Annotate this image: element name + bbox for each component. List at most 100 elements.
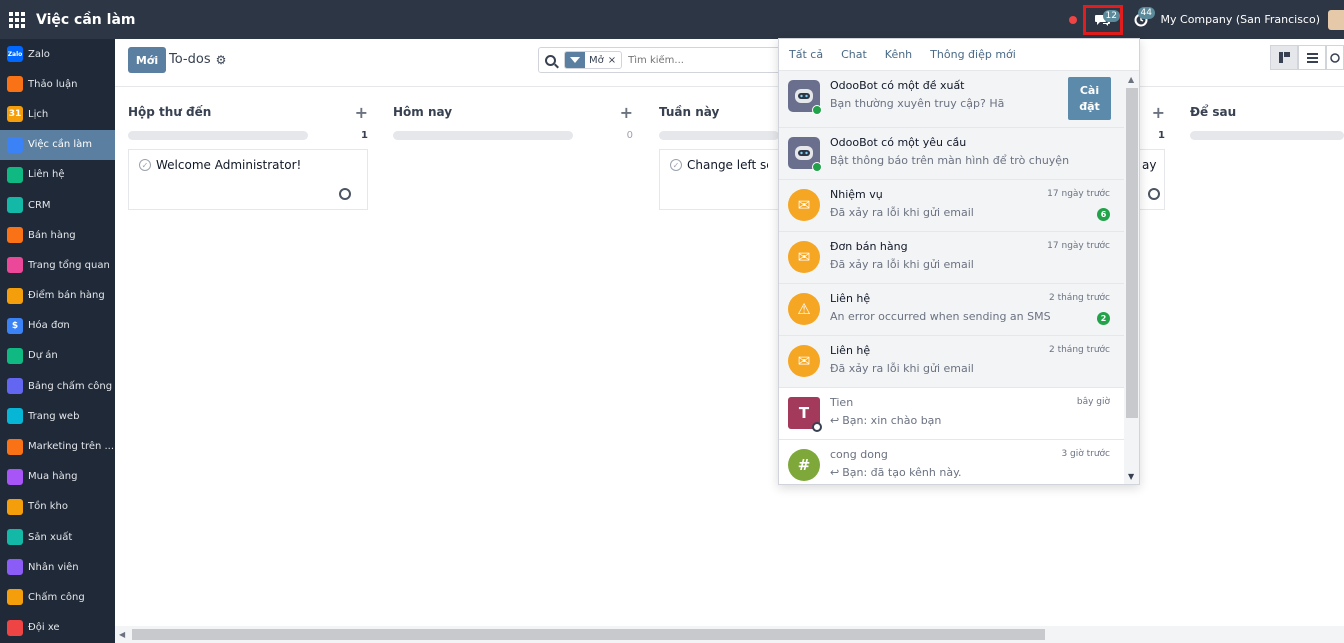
notification-title: cong dong: [830, 448, 888, 461]
sidebar-item-label: Điểm bán hàng: [28, 290, 105, 302]
online-status-icon: [812, 162, 822, 172]
sidebar-item-label: Trang tổng quan: [28, 259, 110, 271]
inventory-icon: [7, 498, 23, 515]
notification-title: Liên hệ: [830, 344, 871, 357]
notification-time: 3 giờ trước: [1061, 449, 1110, 459]
gear-icon[interactable]: ⚙: [216, 53, 227, 67]
sidebar-item[interactable]: Bảng chấm công: [0, 371, 115, 401]
robot-icon: [795, 146, 813, 160]
vertical-scrollbar[interactable]: ▲ ▼: [1124, 71, 1139, 484]
kanban-card[interactable]: ✓ Welcome Administrator!: [128, 149, 368, 210]
kanban-view-button[interactable]: [1270, 45, 1298, 70]
kanban-card[interactable]: ay: [1140, 149, 1165, 210]
app-title[interactable]: Việc cần làm: [36, 12, 135, 28]
notification-item[interactable]: # cong dong ↩ Bạn: đã tạo kênh này. 3 giờ…: [779, 440, 1124, 484]
search-input[interactable]: [628, 54, 739, 66]
kanban-card[interactable]: ✓ Change left scre: [659, 149, 779, 210]
notification-item[interactable]: ✉ Nhiệm vụ Đã xảy ra lỗi khi gửi email 1…: [779, 180, 1124, 232]
add-card-icon[interactable]: +: [1152, 103, 1165, 122]
sidebar-item-label: Sản xuất: [28, 531, 73, 543]
sidebar-item-label: Thảo luận: [28, 78, 78, 90]
notification-preview: Đã xảy ra lỗi khi gửi email: [830, 258, 974, 271]
marketing-icon: [7, 438, 23, 455]
column-count: 1: [361, 129, 368, 141]
sidebar-item[interactable]: Marketing trên ...: [0, 431, 115, 461]
scroll-left-icon[interactable]: ◀: [119, 630, 125, 639]
sidebar-item[interactable]: Nhân viên: [0, 552, 115, 582]
add-card-icon[interactable]: +: [620, 103, 633, 122]
sales-icon: [7, 227, 23, 244]
sidebar-item[interactable]: Trang tổng quan: [0, 250, 115, 280]
sidebar-item[interactable]: Việc cần làm: [0, 129, 115, 160]
notification-title: Liên hệ: [830, 292, 871, 305]
tab-new-message[interactable]: Thông điệp mới: [930, 48, 1016, 61]
tab-chat[interactable]: Chat: [841, 48, 867, 61]
notification-item[interactable]: ⚠ Liên hệ An error occurred when sending…: [779, 284, 1124, 336]
notification-item[interactable]: ✉ Đơn bán hàng Đã xảy ra lỗi khi gửi ema…: [779, 232, 1124, 284]
clock-icon: [1330, 52, 1340, 63]
sidebar-item[interactable]: Zalo Zalo: [0, 39, 115, 69]
notification-item[interactable]: OdooBot có một yêu cầu Bật thông báo trê…: [779, 128, 1124, 180]
sidebar-item[interactable]: Bán hàng: [0, 220, 115, 250]
app-menu-icon[interactable]: [0, 0, 34, 39]
sidebar-item[interactable]: 31 Lịch: [0, 99, 115, 129]
activities-badge: 44: [1137, 6, 1155, 19]
sidebar-item[interactable]: $ Hóa đơn: [0, 311, 115, 341]
sms-warning-icon: ⚠: [788, 293, 820, 325]
tab-channels[interactable]: Kênh: [885, 48, 912, 61]
email-error-icon: ✉: [788, 241, 820, 273]
sidebar-item[interactable]: Dự án: [0, 341, 115, 371]
notification-title: Nhiệm vụ: [830, 188, 883, 201]
sidebar-item[interactable]: Chấm công: [0, 582, 115, 612]
scrollbar-thumb[interactable]: [1126, 88, 1138, 418]
notification-item[interactable]: T Tien ↩ Bạn: xin chào bạn bây giờ: [779, 388, 1124, 440]
tab-all[interactable]: Tất cả: [789, 48, 823, 61]
kanban-column: Hộp thư đến + 1 ✓ Welcome Administrator!: [128, 88, 368, 210]
remove-facet-icon[interactable]: ×: [608, 55, 621, 66]
project-icon: [7, 347, 23, 364]
scrollbar-thumb[interactable]: [132, 629, 1045, 640]
website-icon: [7, 408, 23, 425]
add-card-icon[interactable]: +: [355, 103, 368, 122]
activity-menu-button[interactable]: 44: [1127, 5, 1155, 35]
messaging-tabs: Tất cả Chat Kênh Thông điệp mới: [779, 39, 1139, 71]
notification-item[interactable]: OdooBot có một đề xuất Bạn thường xuyên …: [779, 71, 1124, 128]
breadcrumb: To-dos ⚙: [169, 52, 226, 67]
list-view-button[interactable]: [1298, 45, 1326, 70]
search-bar: Mở ×: [538, 47, 783, 73]
notification-title: OdooBot có một yêu cầu: [830, 136, 967, 149]
sidebar-item[interactable]: Sản xuất: [0, 522, 115, 552]
activity-clock-icon[interactable]: [1148, 188, 1160, 200]
kanban-board: Hộp thư đến + 1 ✓ Welcome Administrator!…: [115, 88, 1344, 626]
card-title: Welcome Administrator!: [156, 158, 302, 172]
notification-preview: Bạn thường xuyên truy cập? Hãy cài đặt O…: [830, 97, 1005, 110]
messaging-menu-button[interactable]: 12: [1082, 4, 1123, 35]
install-button[interactable]: Cài đặt: [1068, 77, 1111, 120]
notification-count-badge: 6: [1097, 208, 1110, 221]
notification-item[interactable]: ✉ Liên hệ Đã xảy ra lỗi khi gửi email 2 …: [779, 336, 1124, 388]
new-button[interactable]: Mới: [128, 47, 166, 73]
sidebar-item-label: Chấm công: [28, 591, 85, 603]
email-error-icon: ✉: [788, 189, 820, 221]
scroll-down-icon[interactable]: ▼: [1128, 472, 1134, 481]
company-switcher[interactable]: My Company (San Francisco): [1161, 13, 1320, 26]
sidebar-item[interactable]: Trang web: [0, 401, 115, 431]
sidebar-item[interactable]: Mua hàng: [0, 462, 115, 492]
sidebar-item[interactable]: Điểm bán hàng: [0, 281, 115, 311]
sidebar-item[interactable]: Liên hệ: [0, 160, 115, 190]
sidebar-item[interactable]: Đội xe: [0, 613, 115, 643]
horizontal-scrollbar[interactable]: ◀: [115, 626, 1344, 643]
check-icon[interactable]: ✓: [139, 159, 151, 171]
sidebar-item[interactable]: CRM: [0, 190, 115, 220]
invoice-icon: $: [7, 317, 23, 334]
notification-title: Đơn bán hàng: [830, 240, 908, 253]
activity-view-button[interactable]: [1326, 45, 1344, 70]
scroll-up-icon[interactable]: ▲: [1128, 75, 1134, 84]
check-icon[interactable]: ✓: [670, 159, 682, 171]
sidebar-item[interactable]: Tồn kho: [0, 492, 115, 522]
sidebar-item[interactable]: Thảo luận: [0, 69, 115, 99]
user-avatar[interactable]: [1328, 9, 1344, 30]
activity-clock-icon[interactable]: [339, 188, 351, 200]
search-icon[interactable]: [545, 54, 556, 66]
card-title: Change left scre: [687, 158, 768, 172]
